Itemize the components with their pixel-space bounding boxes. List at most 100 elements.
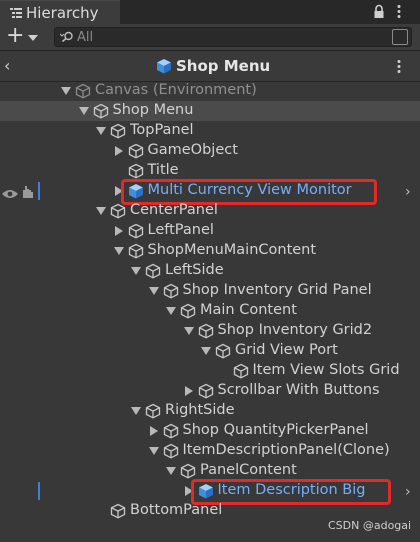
tree-row[interactable]: Item Description Big › [0,479,420,505]
caret-down-icon [28,35,38,41]
tree-row-label: LeftSide [165,262,224,278]
prefab-cube-icon [157,59,171,74]
tree-row[interactable]: Main Content [0,301,420,321]
gameobject-cube-icon [110,203,126,223]
tree-row-label: Grid View Port [235,342,338,358]
tree-row[interactable]: Multi Currency View Monitor › [0,179,420,205]
tree-row[interactable]: Shop Inventory Grid2 [0,321,420,341]
watermark: CSDN @adogai [328,519,412,532]
search-input[interactable] [77,29,377,45]
tree-row[interactable]: TopPanel [0,121,420,141]
plus-icon: + [6,23,25,48]
create-dropdown-button[interactable]: + [6,23,40,48]
gameobject-cube-icon [233,363,249,383]
gameobject-cube-icon [145,403,161,423]
override-marker [38,482,40,500]
tree-row-label: GameObject [147,142,238,158]
scene-search-icon[interactable] [392,29,408,45]
tree-row-label: Item View Slots Grid [252,362,400,378]
tree-row-label: LeftPanel [147,222,214,238]
gameobject-cube-icon [128,243,144,263]
lock-icon[interactable] [373,4,385,19]
expand-arrow-down-icon[interactable] [131,407,141,415]
tree-row[interactable]: Item View Slots Grid [0,361,420,381]
tree-row-label: RightSide [165,402,235,418]
search-icon [60,31,73,43]
expand-arrow-down-icon[interactable] [96,127,106,135]
tree-row-label: Canvas (Environment) [95,82,257,98]
search-box[interactable] [54,27,412,47]
tree-row-label: Shop Inventory Grid Panel [182,282,372,298]
expand-arrow-right-icon[interactable] [149,426,158,436]
expand-arrow-down-icon[interactable] [96,207,106,215]
expand-arrow-right-icon[interactable] [114,226,123,236]
gameobject-cube-icon [163,423,179,443]
tree-row[interactable]: LeftPanel [0,221,420,241]
hierarchy-toolbar: + [0,24,420,51]
gameobject-cube-icon [93,103,109,123]
expand-arrow-down-icon[interactable] [113,247,124,255]
expand-arrow-down-icon[interactable] [148,287,159,295]
breadcrumb-menu-icon[interactable] [396,59,402,74]
expand-arrow-down-icon[interactable] [166,467,176,475]
expand-arrow-down-icon[interactable] [183,327,194,335]
pickability-hand-icon[interactable] [20,183,34,203]
tree-row[interactable]: LeftSide [0,261,420,281]
tree-row-label: BottomPanel [130,502,223,518]
gameobject-cube-icon [215,343,231,363]
back-arrow-icon[interactable]: ‹ [4,57,18,75]
tree-row-label: ItemDescriptionPanel(Clone) [182,442,390,458]
tree-row[interactable]: Scrollbar With Buttons [0,381,420,401]
hierarchy-tree: Canvas (Environment) Shop Menu TopPanel Gam… [0,81,420,521]
expand-arrow-down-icon[interactable] [148,447,159,455]
tab-hierarchy[interactable]: Hierarchy [0,0,120,24]
gameobject-cube-icon [128,223,144,243]
prefab-title: Shop Menu [176,57,271,75]
more-menu-icon[interactable] [396,4,402,19]
expand-arrow-down-icon[interactable] [78,107,89,115]
tree-row-label: CenterPanel [130,202,218,218]
tab-title: Hierarchy [26,4,99,22]
tree-row-label: ShopMenuMainContent [147,242,317,258]
gameobject-cube-icon [75,83,91,103]
tree-row-label: Shop QuantityPickerPanel [182,422,369,438]
expand-arrow-right-icon[interactable] [184,386,193,396]
open-prefab-chevron-icon[interactable]: › [405,484,411,500]
tree-row[interactable]: BottomPanel [0,501,420,521]
gameobject-cube-icon [163,443,179,463]
override-marker [38,182,40,200]
expand-arrow-down-icon[interactable] [166,307,176,315]
gameobject-cube-icon [198,323,214,343]
expand-arrow-right-icon[interactable] [114,146,123,156]
tree-row-label: TopPanel [130,122,194,138]
tree-row[interactable]: RightSide [0,401,420,421]
tree-row-label: Title [147,162,179,178]
gameobject-cube-icon [128,143,144,163]
tree-row-label: Shop Menu [112,102,194,118]
tree-row-label: Main Content [200,302,297,318]
expand-arrow-down-icon[interactable] [201,347,211,355]
tree-row-label: PanelContent [200,462,297,478]
gameobject-cube-icon [180,303,196,323]
tree-row[interactable]: Grid View Port [0,341,420,361]
tree-row[interactable]: Title [0,161,420,181]
gameobject-cube-icon [110,123,126,143]
expand-arrow-down-icon[interactable] [61,87,71,95]
tree-row[interactable]: Shop Menu [0,101,420,121]
tree-row[interactable]: Canvas (Environment) [0,81,420,101]
gameobject-cube-icon [198,383,214,403]
tree-row[interactable]: Shop QuantityPickerPanel [0,421,420,441]
tree-row[interactable]: PanelContent [0,461,420,481]
hierarchy-list-icon [10,8,22,18]
window-tabbar: Hierarchy [0,0,420,24]
gameobject-cube-icon [110,503,126,523]
gameobject-cube-icon [145,263,161,283]
tree-row[interactable]: CenterPanel [0,201,420,221]
gameobject-cube-icon [163,283,179,303]
expand-arrow-down-icon[interactable] [131,267,141,275]
tree-row[interactable]: ShopMenuMainContent [0,241,420,261]
tree-row[interactable]: Shop Inventory Grid Panel [0,281,420,301]
tree-row[interactable]: GameObject [0,141,420,161]
open-prefab-chevron-icon[interactable]: › [405,184,411,200]
tree-row[interactable]: ItemDescriptionPanel(Clone) [0,441,420,461]
